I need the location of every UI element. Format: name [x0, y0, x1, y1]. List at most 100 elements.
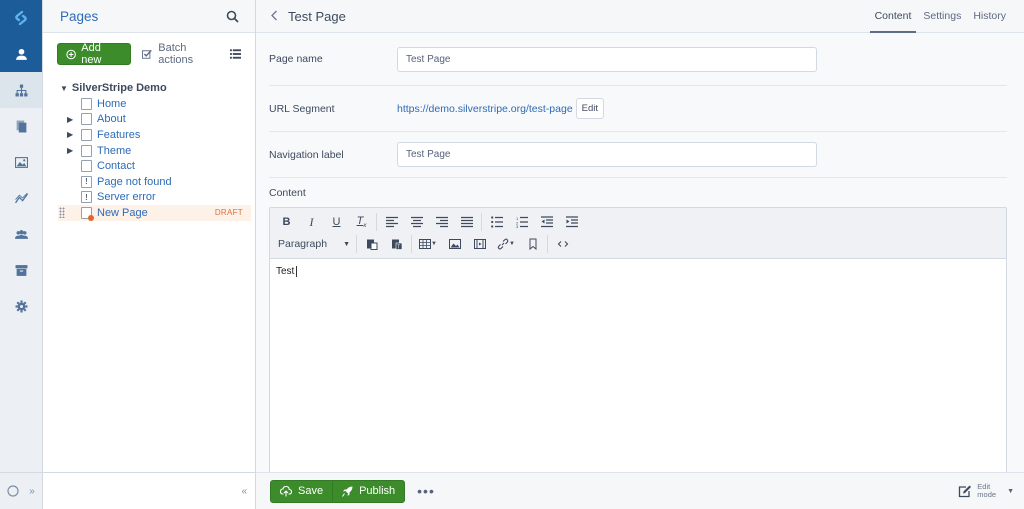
svg-text:T: T	[397, 245, 400, 251]
edit-form-panel: Test Page Content Settings History Page …	[256, 0, 1024, 509]
insert-link-button[interactable]: ▼	[492, 234, 520, 254]
page-name-label: Page name	[269, 53, 323, 65]
url-edit-button[interactable]: Edit	[575, 98, 605, 119]
list-view-icon[interactable]	[229, 49, 241, 59]
format-select[interactable]: Paragraph ▼	[274, 238, 354, 250]
cloud-upload-icon	[280, 485, 292, 496]
align-right-button[interactable]	[429, 212, 454, 232]
insert-image-button[interactable]	[442, 234, 467, 254]
silverstripe-logo[interactable]	[0, 0, 42, 36]
tree-item[interactable]: ! Page not found	[65, 174, 255, 190]
clear-format-button[interactable]: Tx	[349, 212, 374, 232]
underline-button[interactable]: U	[324, 212, 349, 232]
batch-actions-toggle[interactable]: Batch actions	[142, 42, 220, 66]
batch-actions-label: Batch actions	[158, 42, 194, 66]
add-new-button[interactable]: Add new	[57, 42, 132, 66]
error-page-icon: !	[81, 191, 92, 204]
expand-arrow-icon[interactable]: ▶	[67, 130, 77, 139]
tree-item[interactable]: Home	[65, 96, 255, 112]
search-icon[interactable]	[226, 10, 239, 23]
back-button[interactable]	[270, 9, 278, 24]
source-code-button[interactable]	[550, 234, 575, 254]
menu-item-files[interactable]	[0, 108, 42, 144]
justify-button[interactable]	[454, 212, 479, 232]
users-icon	[14, 229, 28, 239]
navigation-label-input[interactable]: Test Page	[397, 142, 817, 167]
tree-item-label: Features	[97, 128, 141, 141]
editor-text: Test	[276, 266, 295, 278]
outdent-icon	[540, 216, 553, 228]
menu-item-groups[interactable]	[0, 216, 42, 252]
user-icon	[15, 48, 27, 60]
expand-arrow-icon[interactable]: ▶	[67, 146, 77, 155]
more-options-button[interactable]: •••	[417, 483, 435, 499]
expand-arrow-icon[interactable]: ▶	[67, 115, 77, 124]
toolbar-separator	[481, 213, 482, 231]
gear-icon	[15, 300, 27, 312]
table-icon	[419, 239, 432, 249]
numbered-list-button[interactable]: 123	[509, 212, 534, 232]
action-buttons: Save Publish	[270, 479, 406, 503]
tree-item-label: About	[97, 113, 126, 126]
files-icon	[16, 120, 26, 132]
tree-item[interactable]: New Page DRAFT	[58, 205, 251, 221]
navigation-label-label: Navigation label	[269, 148, 344, 161]
menu-item-security[interactable]	[0, 36, 42, 72]
page-title: Test Page	[288, 8, 346, 24]
menu-item-pages[interactable]	[0, 72, 42, 108]
paste-button[interactable]	[359, 234, 384, 254]
menu-item-reports[interactable]	[0, 180, 42, 216]
rocket-icon	[342, 486, 353, 497]
html-editor: B I U Tx 123 Paragraph ▼ T ▼ ▼ Test	[269, 207, 1007, 479]
url-segment-link[interactable]: https://demo.silverstripe.org/test-page	[397, 103, 573, 115]
save-button[interactable]: Save	[271, 481, 332, 502]
tree-item[interactable]: ▶ Theme	[65, 143, 255, 159]
tab-history[interactable]: History	[969, 0, 1010, 32]
tree-item[interactable]: ! Server error	[65, 190, 255, 206]
tree-title: Pages	[60, 8, 99, 24]
publish-button[interactable]: Publish	[332, 480, 404, 502]
align-left-button[interactable]	[379, 212, 404, 232]
tab-settings[interactable]: Settings	[919, 0, 965, 32]
bold-button[interactable]: B	[274, 212, 299, 232]
tab-content[interactable]: Content	[869, 0, 917, 33]
italic-button[interactable]: I	[299, 212, 324, 232]
tree-item[interactable]: ▶ About	[65, 112, 255, 128]
tree-root[interactable]: ▼ SilverStripe Demo	[60, 80, 255, 96]
align-center-button[interactable]	[404, 212, 429, 232]
indent-button[interactable]	[559, 212, 584, 232]
tree-item-label: Theme	[97, 144, 132, 157]
error-page-icon: !	[81, 175, 92, 188]
edit-mode-line2: mode	[977, 490, 997, 499]
bullet-list-button[interactable]	[484, 212, 509, 232]
app: » Pages Add new Batch actions ▼ SilverSt…	[0, 0, 1024, 509]
field-url-segment: URL Segment https://demo.silverstripe.or…	[269, 86, 1007, 132]
toolbar-row-2: Paragraph ▼ T ▼ ▼	[274, 233, 1002, 255]
table-button[interactable]: ▼	[414, 234, 442, 254]
anchor-button[interactable]	[520, 234, 545, 254]
content-label: Content	[269, 187, 306, 199]
tree-item[interactable]: ▶ Features	[65, 127, 255, 143]
toolbar-row-1: B I U Tx 123	[274, 211, 1002, 233]
tab-bar: Content Settings History	[869, 0, 1024, 33]
help-circle-icon[interactable]	[7, 485, 19, 497]
edit-mode-toggle[interactable]: Edit mode ▼	[958, 483, 1024, 499]
page-icon	[81, 206, 94, 221]
menu-item-images[interactable]	[0, 144, 42, 180]
field-page-name: Page name Test Page	[269, 33, 1007, 86]
expand-menu-button[interactable]: »	[29, 486, 35, 497]
collapse-panel-button[interactable]: «	[241, 486, 247, 497]
paste-icon	[366, 239, 377, 250]
drag-handle-icon[interactable]	[59, 207, 65, 219]
menu-item-archive[interactable]	[0, 252, 42, 288]
outdent-button[interactable]	[534, 212, 559, 232]
paste-text-button[interactable]: T	[384, 234, 409, 254]
svg-text:3: 3	[516, 224, 519, 228]
numbered-list-icon: 123	[516, 216, 528, 228]
menu-item-settings[interactable]	[0, 288, 42, 324]
page-name-input[interactable]: Test Page	[397, 46, 817, 72]
tree-item[interactable]: Contact	[65, 158, 255, 174]
editor-content-area[interactable]: Test	[270, 259, 1006, 284]
page-icon	[81, 144, 92, 157]
insert-media-button[interactable]	[467, 234, 492, 254]
